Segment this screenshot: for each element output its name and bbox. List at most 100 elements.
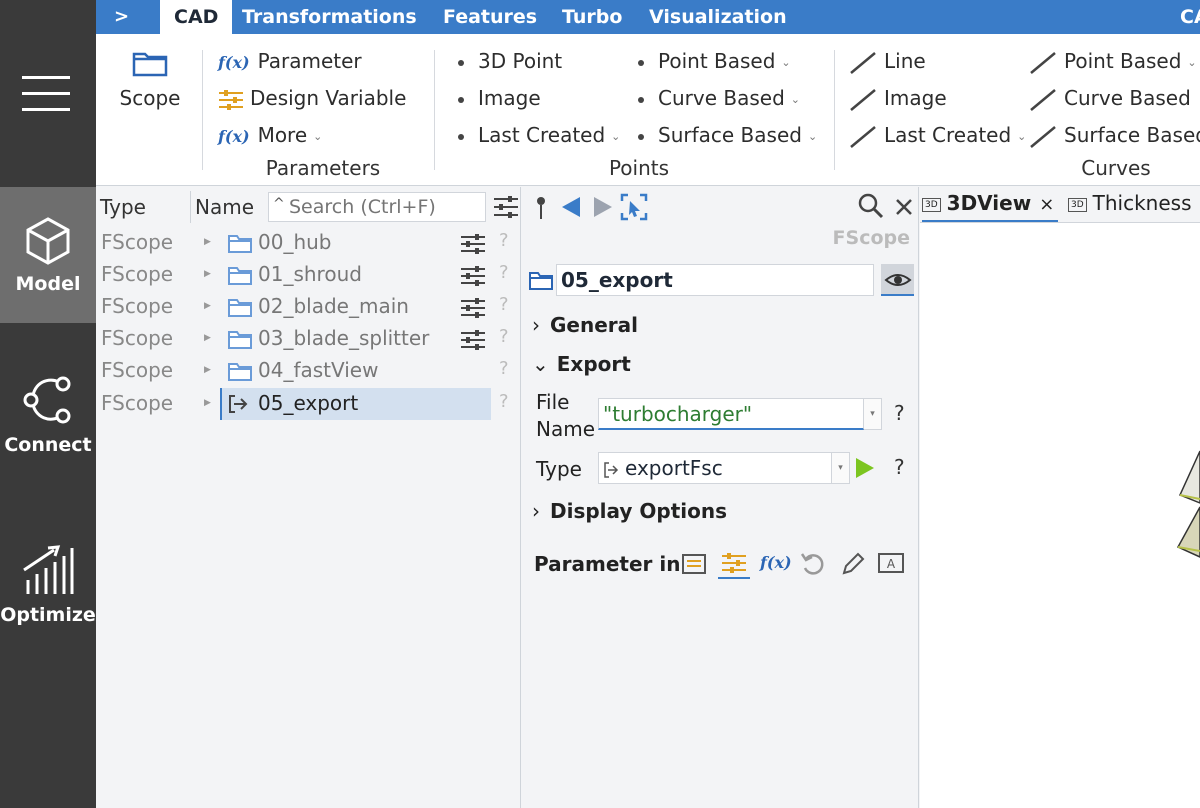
point-surface-based-button[interactable]: Surface Based ⌄ bbox=[638, 123, 817, 147]
point-based-button[interactable]: Point Based ⌄ bbox=[638, 49, 791, 73]
section-display-options[interactable]: › Display Options bbox=[532, 499, 727, 523]
expand-triangle-icon[interactable]: ▶ bbox=[204, 301, 211, 311]
type-help-icon[interactable]: ? bbox=[894, 455, 905, 479]
close-icon[interactable] bbox=[894, 197, 914, 217]
chevron-right-icon: › bbox=[532, 313, 540, 337]
tree-row-type: FScope bbox=[101, 294, 174, 318]
tab-visualization[interactable]: Visualization bbox=[649, 0, 787, 34]
expand-triangle-icon[interactable]: ▶ bbox=[204, 365, 211, 375]
curve-curve-based-button[interactable]: Curve Based bbox=[1028, 86, 1191, 112]
play-icon[interactable] bbox=[854, 456, 876, 480]
tab-thickness[interactable]: 3D Thickness bbox=[1068, 191, 1192, 215]
3d-point-label: 3D Point bbox=[478, 49, 563, 73]
curve-image-button[interactable]: Image bbox=[848, 86, 947, 112]
tree-row-type: FScope bbox=[101, 391, 174, 415]
column-header-type[interactable]: Type bbox=[100, 195, 146, 219]
svg-text:A: A bbox=[887, 557, 896, 571]
design-variable-button[interactable]: Design Variable bbox=[218, 86, 406, 111]
help-icon[interactable]: ? bbox=[499, 230, 509, 251]
sliders-icon[interactable] bbox=[460, 329, 486, 351]
3d-point-button[interactable]: 3D Point bbox=[458, 49, 562, 73]
sliders-icon bbox=[722, 553, 746, 573]
parameter-table-icon[interactable] bbox=[682, 553, 706, 575]
design-variable-filter[interactable] bbox=[718, 549, 750, 579]
curve-surface-based-label: Surface Based bbox=[1064, 123, 1200, 147]
column-header-name[interactable]: Name bbox=[195, 195, 254, 219]
section-general[interactable]: › General bbox=[532, 313, 638, 337]
type-select[interactable]: exportFsc bbox=[598, 452, 832, 484]
object-name-field[interactable]: 05_export bbox=[556, 264, 874, 296]
hamburger-menu-icon[interactable] bbox=[0, 70, 96, 120]
tree-row[interactable]: FScope ▶ 04_fastView? bbox=[96, 355, 521, 387]
point-curve-based-label: Curve Based bbox=[658, 86, 785, 110]
search-box[interactable]: ^ bbox=[268, 192, 486, 222]
line-icon bbox=[850, 51, 876, 74]
expand-triangle-icon[interactable]: ▶ bbox=[204, 398, 211, 408]
filter-settings-icon[interactable] bbox=[493, 195, 519, 219]
sidebar-item-model[interactable]: Model bbox=[0, 187, 96, 323]
more-button[interactable]: f(x) More ⌄ bbox=[218, 123, 322, 147]
back-arrow-icon[interactable] bbox=[560, 195, 582, 219]
folder-icon bbox=[228, 299, 252, 317]
help-icon[interactable]: ? bbox=[499, 294, 509, 315]
expand-triangle-icon[interactable]: ▶ bbox=[204, 237, 211, 247]
help-icon[interactable]: ? bbox=[499, 262, 509, 283]
expand-triangle-icon[interactable]: ▶ bbox=[204, 333, 211, 343]
parameter-button[interactable]: f(x) Parameter bbox=[218, 49, 362, 73]
sidebar-item-optimize[interactable]: Optimize bbox=[0, 542, 96, 642]
tree-row-name: 03_blade_splitter bbox=[258, 326, 430, 350]
curve-point-based-button[interactable]: Point Based ⌄ bbox=[1028, 49, 1197, 75]
function-icon[interactable]: f(x) bbox=[760, 553, 792, 572]
3d-model-view[interactable] bbox=[1160, 447, 1200, 567]
undo-icon[interactable] bbox=[800, 551, 826, 577]
curve-last-created-button[interactable]: Last Created ⌄ bbox=[848, 123, 1026, 149]
expand-button[interactable]: > bbox=[114, 0, 129, 34]
search-input[interactable] bbox=[289, 194, 483, 220]
file-name-dropdown[interactable]: ▾ bbox=[864, 398, 882, 430]
point-image-button[interactable]: Image bbox=[458, 86, 541, 110]
pin-icon[interactable] bbox=[534, 195, 548, 221]
curve-surface-based-button[interactable]: Surface Based bbox=[1028, 123, 1200, 149]
help-icon[interactable]: ? bbox=[499, 358, 509, 379]
sliders-icon[interactable] bbox=[460, 265, 486, 287]
help-icon[interactable]: ? bbox=[499, 391, 509, 412]
tree-row[interactable]: FScope ▶ 02_blade_main? bbox=[96, 291, 521, 323]
file-name-input[interactable]: "turbocharger" bbox=[598, 398, 864, 430]
help-icon[interactable]: ? bbox=[499, 326, 509, 347]
scope-button[interactable]: Scope bbox=[118, 48, 182, 110]
3d-badge-icon: 3D bbox=[922, 197, 941, 212]
select-cursor-icon[interactable] bbox=[620, 193, 648, 221]
tab-3dview[interactable]: 3D 3DView × bbox=[922, 191, 1059, 222]
tab-transformations[interactable]: Transformations bbox=[242, 0, 417, 34]
line-button[interactable]: Line bbox=[848, 49, 926, 75]
tab-cad[interactable]: CAD bbox=[160, 0, 233, 34]
close-tab-icon[interactable]: × bbox=[1039, 194, 1054, 215]
expand-triangle-icon[interactable]: ▶ bbox=[204, 269, 211, 279]
line-icon bbox=[850, 88, 876, 111]
section-export[interactable]: ⌄ Export bbox=[532, 352, 631, 376]
visibility-toggle[interactable] bbox=[881, 264, 914, 296]
sliders-icon[interactable] bbox=[460, 233, 486, 255]
sidebar-item-connect[interactable]: Connect bbox=[0, 370, 96, 470]
point-icon bbox=[638, 96, 644, 103]
point-last-created-button[interactable]: Last Created ⌄ bbox=[458, 123, 620, 147]
tree-row[interactable]: FScope ▶ 00_hub? bbox=[96, 227, 521, 259]
sliders-icon[interactable] bbox=[460, 297, 486, 319]
file-label-line2: Name bbox=[536, 417, 596, 441]
file-name-help-icon[interactable]: ? bbox=[894, 401, 905, 425]
tree-row[interactable]: FScope ▶ 05_export? bbox=[96, 388, 521, 420]
tree-row[interactable]: FScope ▶ 03_blade_splitter? bbox=[96, 323, 521, 355]
point-curve-based-button[interactable]: Curve Based ⌄ bbox=[638, 86, 800, 110]
tab-turbo[interactable]: Turbo bbox=[562, 0, 622, 34]
tab-cut-off[interactable]: CA bbox=[1180, 0, 1200, 34]
folder-icon bbox=[228, 331, 252, 349]
tab-features[interactable]: Features bbox=[443, 0, 537, 34]
forward-arrow-icon[interactable] bbox=[592, 195, 614, 219]
sort-up-icon[interactable]: ^ bbox=[273, 196, 285, 212]
search-icon[interactable] bbox=[858, 193, 884, 219]
type-dropdown[interactable]: ▾ bbox=[832, 452, 850, 484]
pencil-icon[interactable] bbox=[840, 551, 866, 577]
tree-row[interactable]: FScope ▶ 01_shroud? bbox=[96, 259, 521, 291]
scope-label: Scope bbox=[119, 86, 181, 110]
text-label-icon[interactable]: A bbox=[878, 552, 904, 576]
